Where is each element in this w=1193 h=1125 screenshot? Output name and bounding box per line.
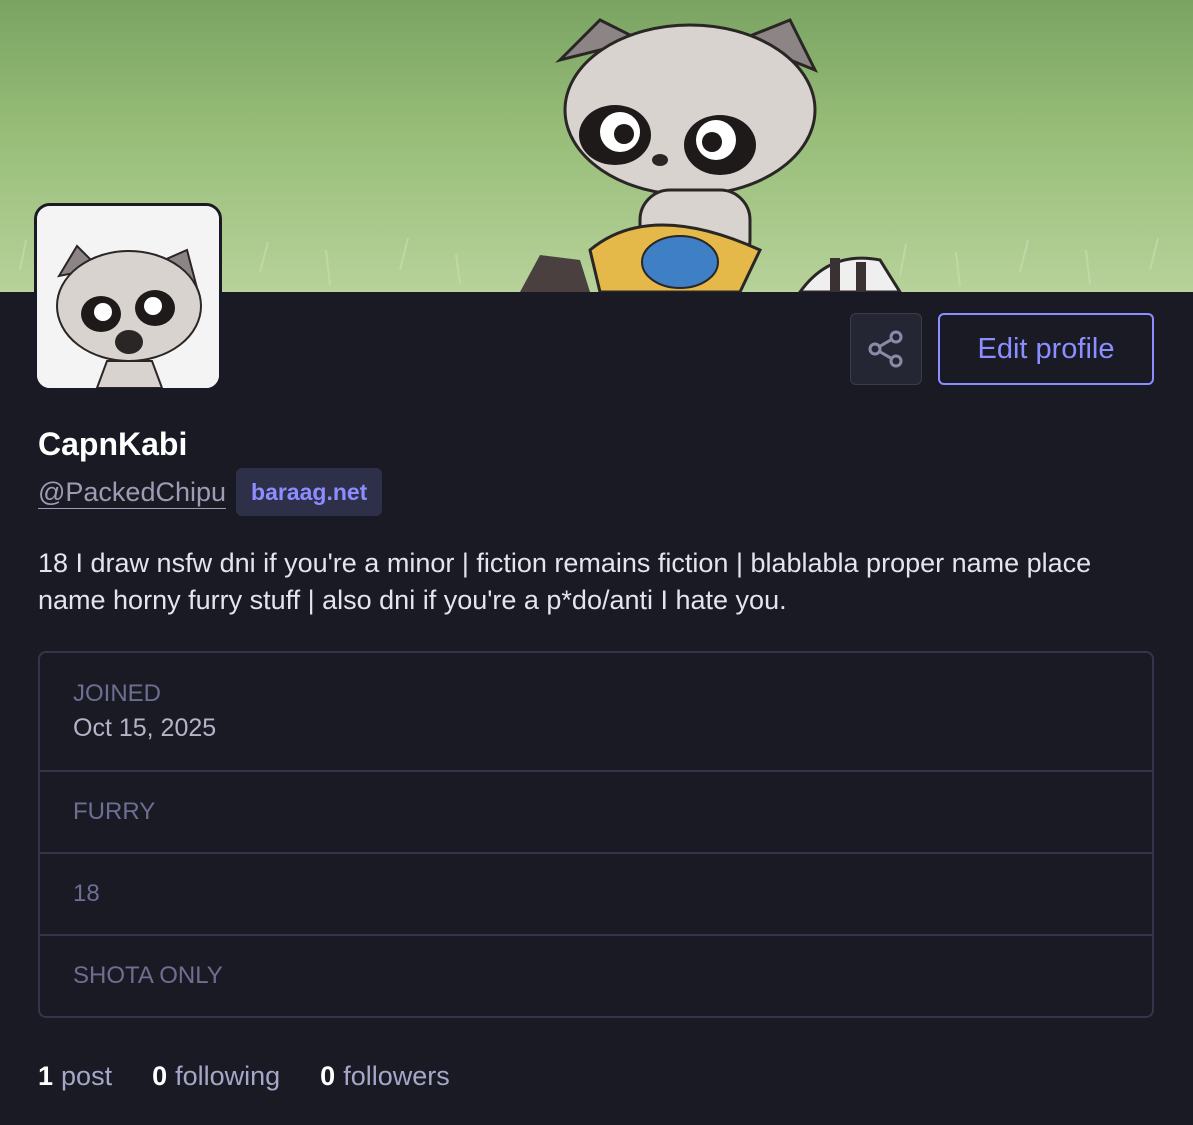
edit-profile-button[interactable]: Edit profile bbox=[938, 313, 1154, 385]
display-name: CapnKabi bbox=[38, 426, 188, 462]
profile-stats: 1 post 0 following 0 followers bbox=[38, 1056, 490, 1096]
field-label: 18 bbox=[73, 880, 100, 907]
account-handle[interactable]: @PackedChipu bbox=[38, 476, 227, 509]
posts-count: 1 bbox=[38, 1061, 54, 1091]
share-icon bbox=[868, 330, 903, 368]
instance-domain-badge[interactable]: baraag.net bbox=[236, 468, 383, 516]
following-count-link[interactable]: 0 following bbox=[152, 1056, 280, 1096]
posts-count-link[interactable]: 1 post bbox=[38, 1056, 112, 1096]
field-label: SHOTA ONLY bbox=[73, 962, 223, 989]
followers-count: 0 bbox=[320, 1061, 336, 1091]
field-label: JOINED bbox=[73, 679, 162, 707]
followers-count-link[interactable]: 0 followers bbox=[320, 1056, 450, 1096]
posts-label: post bbox=[61, 1061, 113, 1091]
share-button[interactable] bbox=[850, 313, 922, 385]
followers-label: followers bbox=[343, 1061, 450, 1091]
field-value: Oct 15, 2025 bbox=[73, 713, 217, 742]
handle-row: @PackedChipu baraag.net bbox=[38, 468, 383, 516]
profile-field: SHOTA ONLY bbox=[40, 934, 1152, 1016]
profile-bio: 18 I draw nsfw dni if you're a minor | f… bbox=[38, 548, 1092, 615]
profile-field: FURRY bbox=[40, 770, 1152, 852]
field-label: FURRY bbox=[73, 798, 156, 825]
profile-avatar[interactable] bbox=[34, 203, 222, 391]
profile-field-joined: JOINED Oct 15, 2025 bbox=[40, 653, 1152, 770]
following-count: 0 bbox=[152, 1061, 168, 1091]
profile-fields-table: JOINED Oct 15, 2025 FURRY 18 SHOTA ONLY bbox=[38, 651, 1154, 1018]
following-label: following bbox=[175, 1061, 281, 1091]
profile-field: 18 bbox=[40, 852, 1152, 934]
